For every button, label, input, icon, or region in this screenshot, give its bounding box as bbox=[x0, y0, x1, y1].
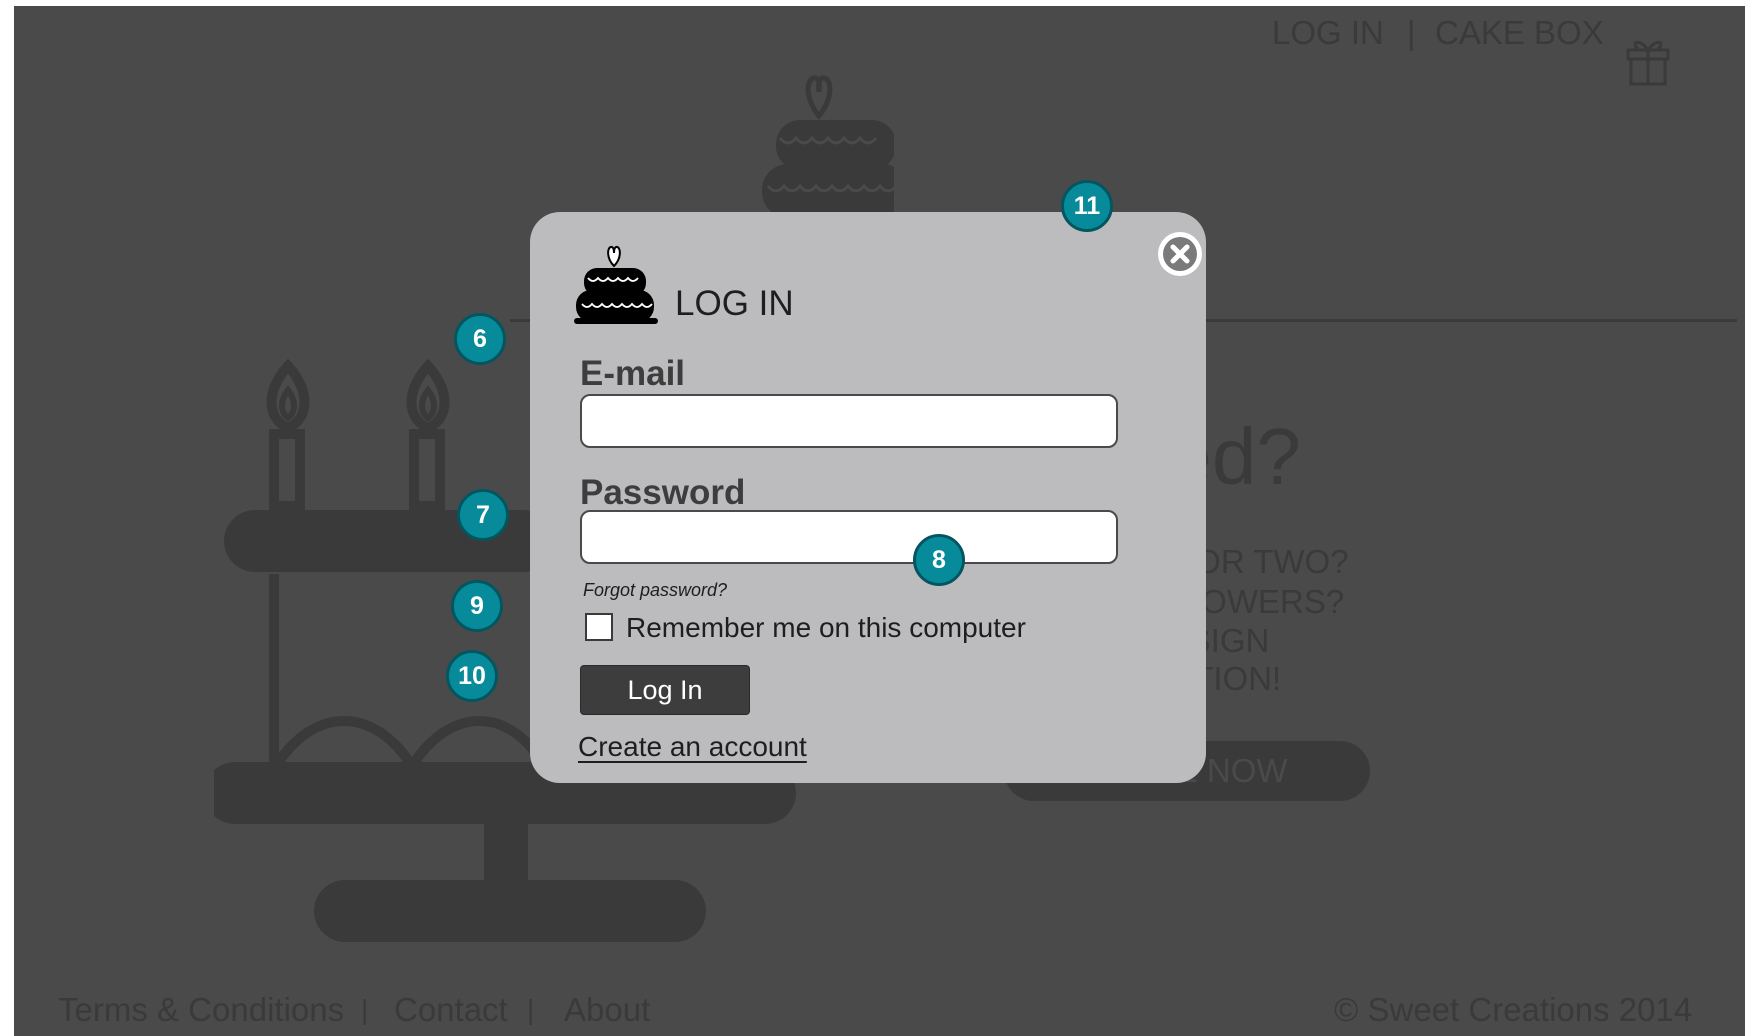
callout-marker: 11 bbox=[1061, 180, 1113, 232]
nav-login-link[interactable]: LOG IN bbox=[1272, 14, 1384, 52]
close-icon[interactable] bbox=[1155, 229, 1205, 279]
footer-separator: | bbox=[361, 994, 369, 1025]
footer-separator: | bbox=[527, 994, 535, 1025]
password-field[interactable] bbox=[580, 510, 1118, 564]
nav-separator: | bbox=[1407, 14, 1416, 51]
email-field[interactable] bbox=[580, 394, 1118, 448]
page-background: LOG IN | CAKE BOX S OR TWO? OR FLOWERS? … bbox=[14, 6, 1745, 1036]
callout-marker: 8 bbox=[913, 534, 965, 586]
cake-logo-icon bbox=[574, 246, 658, 324]
footer-about-link[interactable]: About bbox=[564, 991, 650, 1029]
footer-contact-link[interactable]: Contact bbox=[394, 991, 508, 1029]
nav-cake-box-link[interactable]: CAKE BOX bbox=[1435, 14, 1604, 52]
login-button-label: Log In bbox=[627, 674, 703, 705]
footer-copyright: © Sweet Creations 2014 bbox=[1334, 991, 1693, 1028]
footer-terms-link[interactable]: Terms & Conditions bbox=[58, 991, 344, 1029]
cake-logo-icon bbox=[762, 75, 894, 218]
remember-me-label[interactable]: Remember me on this computer bbox=[626, 612, 1026, 644]
callout-marker: 6 bbox=[454, 313, 506, 365]
login-button[interactable]: Log In bbox=[580, 665, 750, 715]
callout-marker: 9 bbox=[451, 580, 503, 632]
remember-me-checkbox[interactable] bbox=[585, 613, 613, 641]
callout-marker: 10 bbox=[446, 650, 498, 702]
email-label: E-mail bbox=[580, 354, 686, 393]
modal-title: LOG IN bbox=[675, 284, 794, 323]
forgot-password-link[interactable]: Forgot password? bbox=[583, 580, 727, 601]
create-account-link[interactable]: Create an account bbox=[578, 731, 807, 763]
login-modal: LOG IN E-mail Password Forgot password? … bbox=[530, 212, 1206, 783]
callout-marker: 7 bbox=[457, 489, 509, 541]
gift-icon[interactable] bbox=[1626, 36, 1670, 86]
password-label: Password bbox=[580, 473, 746, 512]
